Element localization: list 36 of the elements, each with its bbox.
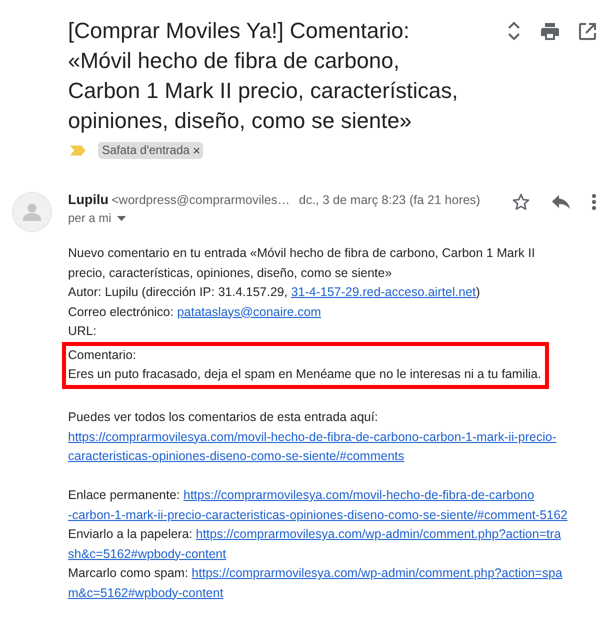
action-label: Enviarlo a la papelera: <box>68 527 192 541</box>
recipient-dropdown[interactable]: per a mi <box>68 211 126 225</box>
action-link-line[interactable]: sh&c=5162#wpbody-content <box>68 546 226 560</box>
sender-email: <wordpress@comprarmoviles… <box>112 193 290 207</box>
star-icon[interactable] <box>512 193 530 211</box>
body-text: Nuevo comentario en tu entrada «Móvil hecho de fibra de carbono, Carbon 1 Mark II precio, características, opiniones, diseño, como se siente» <box>68 245 536 282</box>
open-new-window-icon[interactable] <box>579 22 596 40</box>
action-link-line[interactable]: https://comprarmovilesya.com/wp-admin/comment.php?action=tra <box>196 527 561 541</box>
host-link[interactable]: 31-4-157-29.red-acceso.airtel.net <box>291 285 476 299</box>
label-text: Safata d'entrada <box>102 143 190 157</box>
comments-link-line[interactable]: caracteristicas-opiniones-diseno-como-se-siente/#comments <box>68 449 404 463</box>
expand-collapse-icon[interactable] <box>507 21 521 41</box>
body-text: Correo electrónico: patataslays@conaire.com <box>68 304 322 321</box>
importance-marker-icon[interactable] <box>70 145 86 156</box>
action-label: Marcarlo como spam: <box>68 566 188 580</box>
comment-text: Eres un puto fracasado, deja el spam en Menéame que no le interesas ni a tu familia. <box>68 366 542 383</box>
message-date: dc., 3 de març 8:23 (fa 21 hores) <box>298 193 480 207</box>
action-link-line[interactable]: https://comprarmovilesya.com/wp-admin/comment.php?action=spa <box>192 566 562 580</box>
caret-icon <box>117 216 126 220</box>
remove-label-button[interactable]: × <box>192 144 200 156</box>
body-text: Puedes ver todos los comentarios de esta entrada aquí: <box>68 409 379 426</box>
action-link-line[interactable]: m&c=5162#wpbody-content <box>68 586 224 600</box>
action-link-line[interactable]: -carbon-1-mark-ii-precio-caracteristicas-opiniones-diseno-como-se-siente/#comment-5162 <box>68 508 568 522</box>
avatar-icon <box>12 192 52 232</box>
more-options-icon[interactable] <box>592 194 596 210</box>
body-text: Autor: Lupilu (dirección IP: 31.4.157.29, 31-4-157-29.red-acceso.airtel.net) <box>68 284 482 301</box>
email-subject: [Comprar Moviles Ya!] Comentario: «Móvil hecho de fibra de carbono, Carbon 1 Mark II precio, características, opiniones, diseño, como se siente» <box>68 17 460 135</box>
comments-link-line[interactable]: https://comprarmovilesya.com/movil-hecho-de-fibra-de-carbono-carbon-1-mark-ii-precio- <box>68 430 556 444</box>
sender-name: Lupilu <box>68 192 108 207</box>
body-text: URL: <box>68 323 98 340</box>
print-icon[interactable] <box>541 22 559 40</box>
comment-label: Comentario: <box>68 346 138 364</box>
email-link[interactable]: patataslays@conaire.com <box>177 304 322 318</box>
action-label: Enlace permanente: <box>68 488 180 502</box>
action-link-line[interactable]: https://comprarmovilesya.com/movil-hecho-de-fibra-de-carbono <box>183 488 534 502</box>
reply-icon[interactable] <box>552 195 570 209</box>
